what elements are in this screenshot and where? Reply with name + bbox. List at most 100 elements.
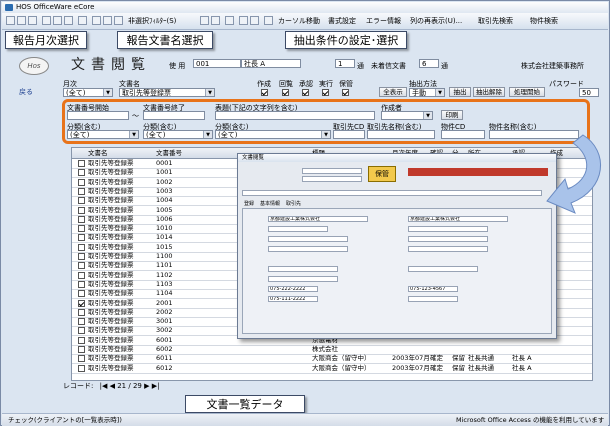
- popup-tab-basic[interactable]: 基本情報: [260, 200, 280, 207]
- extract-method-select[interactable]: 手動 ▼: [409, 88, 445, 97]
- apply-filter-icon[interactable]: [211, 16, 220, 25]
- row-checkbox[interactable]: [78, 178, 85, 186]
- cell-no: 6012: [156, 363, 173, 372]
- row-checkbox[interactable]: [78, 318, 85, 326]
- table-row[interactable]: 取引先等登録票 6012 大阪商会（留守中） 2003年07月様確定保留社長共通 社長 …: [72, 364, 592, 374]
- row-checkbox[interactable]: [78, 262, 85, 270]
- paste-icon[interactable]: [64, 16, 73, 25]
- cell-title: 大阪商会（留守中）: [312, 363, 371, 372]
- filter-icon[interactable]: [200, 16, 209, 25]
- row-checkbox[interactable]: [78, 225, 85, 233]
- popup-banner: [408, 168, 548, 176]
- popup-tab-register[interactable]: 登録: [244, 200, 254, 207]
- row-checkbox[interactable]: [78, 346, 85, 353]
- callout-conditions: 抽出条件の設定･選択: [285, 31, 407, 49]
- toolbar-cursor-move[interactable]: カーソル移動: [278, 15, 320, 27]
- popup-doc-name-field: [242, 190, 542, 196]
- prev-record-icon[interactable]: ◀: [110, 382, 115, 390]
- record-navigator: レコード: |◀ ◀ 21 / 29 ▶ ▶|: [63, 381, 263, 391]
- delete-record-icon[interactable]: [250, 16, 259, 25]
- row-checkbox[interactable]: [78, 234, 85, 242]
- sort-desc-icon[interactable]: [103, 16, 112, 25]
- row-checkbox[interactable]: [78, 253, 85, 260]
- row-checkbox[interactable]: [78, 364, 85, 372]
- cell-doc: 取引先等登録票: [88, 261, 134, 270]
- row-checkbox[interactable]: [78, 336, 85, 344]
- col-docno[interactable]: 文書番号: [156, 148, 182, 158]
- row-checkbox[interactable]: [78, 206, 85, 214]
- record-label: レコード:: [63, 382, 94, 390]
- cell-doc: 取引先等登録票: [88, 252, 134, 260]
- first-record-icon[interactable]: |◀: [100, 382, 108, 390]
- cell-doc: 取引先等登録票: [88, 354, 134, 363]
- chevron-down-icon[interactable]: ▼: [103, 89, 112, 96]
- month-select-value: (全て): [66, 89, 86, 97]
- row-checkbox[interactable]: [78, 308, 85, 316]
- toolbar-client-search[interactable]: 取引先検索: [478, 15, 528, 27]
- popup-field: [268, 246, 348, 252]
- row-checkbox[interactable]: [78, 299, 85, 307]
- process-start-button[interactable]: 処理開始: [509, 87, 545, 97]
- current-record[interactable]: 21: [117, 382, 126, 390]
- toolbar-unhide-columns[interactable]: 列の再表示(U)...: [410, 15, 462, 27]
- row-checkbox[interactable]: [78, 215, 85, 223]
- sort-asc-icon[interactable]: [92, 16, 101, 25]
- database-icon[interactable]: [264, 16, 273, 25]
- next-record-icon[interactable]: ▶: [144, 382, 149, 390]
- new-record-icon[interactable]: [239, 16, 248, 25]
- flag-approve-checkbox[interactable]: [302, 89, 309, 96]
- password-field[interactable]: 50: [579, 88, 599, 97]
- row-checkbox[interactable]: [78, 327, 85, 335]
- popup-tab-client[interactable]: 取引先: [286, 200, 301, 207]
- flag-create-checkbox[interactable]: [261, 89, 268, 96]
- row-checkbox[interactable]: [78, 169, 85, 177]
- toolbar-filter-exclude[interactable]: 非選択ﾌｨﾙﾀｰ(S): [128, 15, 176, 27]
- popup-fax-field: 075-111-2222: [268, 296, 318, 302]
- cell-doc: 取引先等登録票: [88, 363, 134, 372]
- row-checkbox[interactable]: [78, 160, 85, 167]
- save-icon[interactable]: [6, 16, 15, 25]
- docname-select[interactable]: 取引先等登録票 ▼: [119, 88, 215, 97]
- extract-clear-button[interactable]: 抽出解除: [473, 87, 505, 97]
- cell-doc: 取引先等登録票: [88, 289, 134, 298]
- flag-circulate-checkbox[interactable]: [282, 89, 289, 96]
- last-record-icon[interactable]: ▶|: [152, 382, 160, 390]
- cell-c2: 保留: [452, 363, 465, 372]
- preview-icon[interactable]: [28, 16, 37, 25]
- row-checkbox[interactable]: [78, 290, 85, 298]
- cell-doc: 取引先等登録票: [88, 317, 134, 326]
- row-checkbox[interactable]: [78, 280, 85, 288]
- cell-doc: 取引先等登録票: [88, 279, 134, 288]
- row-checkbox[interactable]: [78, 197, 85, 205]
- cell-doc: 取引先等登録票: [88, 196, 134, 205]
- chevron-down-icon[interactable]: ▼: [435, 89, 444, 96]
- popup-field: [268, 266, 338, 272]
- filter-selection-icon[interactable]: [114, 16, 123, 25]
- back-button[interactable]: 戻る: [19, 87, 33, 97]
- toolbar-format[interactable]: 書式設定: [328, 15, 356, 27]
- flag-execute-checkbox[interactable]: [322, 89, 329, 96]
- row-checkbox[interactable]: [78, 355, 85, 363]
- toolbar-error-info[interactable]: エラー情報: [366, 15, 401, 27]
- copy-icon[interactable]: [53, 16, 62, 25]
- cell-c4: 社長 A: [512, 363, 532, 372]
- row-checkbox[interactable]: [78, 271, 85, 279]
- row-checkbox[interactable]: [78, 187, 85, 195]
- cell-doc: 取引先等登録票: [88, 205, 134, 214]
- find-icon[interactable]: [225, 16, 234, 25]
- undo-icon[interactable]: [78, 16, 87, 25]
- row-checkbox[interactable]: [78, 243, 85, 251]
- flag-store-checkbox[interactable]: [342, 89, 349, 96]
- print-icon[interactable]: [17, 16, 26, 25]
- user-label: 使 用: [169, 62, 186, 70]
- extract-button[interactable]: 抽出: [449, 87, 471, 97]
- toolbar-property-search[interactable]: 物件検索: [530, 15, 570, 27]
- month-select[interactable]: (全て) ▼: [63, 88, 113, 97]
- flag-label-store: 保管: [339, 80, 353, 88]
- cell-c4: 社長 A: [512, 354, 532, 363]
- company-name: 株式会社建築事務所: [521, 62, 584, 70]
- col-docname[interactable]: 文書名: [88, 148, 108, 158]
- chevron-down-icon[interactable]: ▼: [205, 89, 214, 96]
- show-all-button[interactable]: 全表示: [379, 87, 407, 97]
- cut-icon[interactable]: [42, 16, 51, 25]
